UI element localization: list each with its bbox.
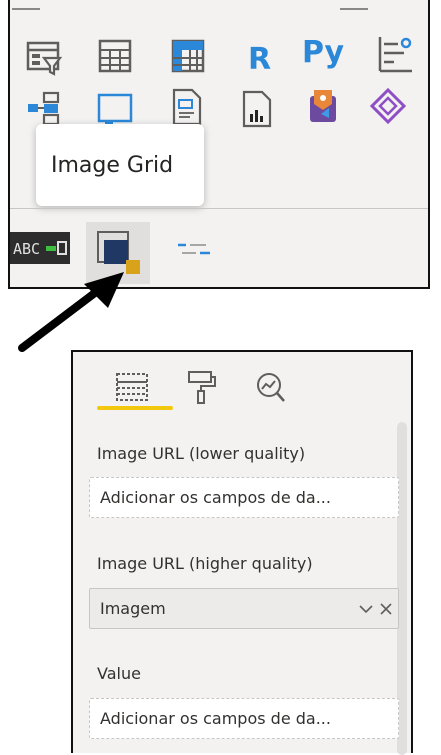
table-icon[interactable]	[95, 36, 135, 76]
image-grid-tooltip: Image Grid	[36, 124, 204, 206]
previous-row-edge	[340, 0, 368, 10]
format-tab-icon[interactable]	[183, 370, 223, 404]
key-influencers-icon[interactable]	[374, 34, 414, 74]
qa-icon[interactable]	[95, 89, 135, 129]
well-label-value: Value	[97, 664, 141, 683]
pointer-arrow	[18, 272, 124, 352]
panel-top-strip	[10, 0, 428, 10]
visualizations-panel: R Py Image Grid ABC	[8, 0, 430, 289]
abc-custom-visual-icon[interactable]: ABC	[10, 232, 70, 264]
well-placeholder: Adicionar os campos de da...	[100, 709, 331, 728]
well-field-name: Imagem	[100, 599, 166, 618]
close-icon[interactable]	[380, 602, 392, 615]
chevron-down-icon[interactable]	[358, 603, 374, 615]
well-label-lower-quality: Image URL (lower quality)	[97, 444, 306, 463]
slicer-icon[interactable]	[24, 38, 64, 78]
power-apps-icon[interactable]	[304, 86, 344, 126]
fields-tab-icon[interactable]	[113, 370, 153, 404]
previous-row-edge	[12, 0, 40, 10]
well-drop-value[interactable]: Adicionar os campos de da...	[89, 698, 399, 739]
well-drop-lower-quality[interactable]: Adicionar os campos de da...	[89, 477, 399, 518]
custom-visuals-divider	[10, 208, 428, 209]
abc-text: ABC	[13, 240, 40, 258]
well-label-higher-quality: Image URL (higher quality)	[97, 554, 313, 573]
fields-pane: Image URL (lower quality) Adicionar os c…	[71, 350, 413, 755]
well-field-higher-quality[interactable]: Imagem	[89, 588, 399, 629]
analytics-tab-icon[interactable]	[251, 370, 291, 404]
well-placeholder: Adicionar os campos de da...	[100, 488, 331, 507]
python-visual-icon[interactable]: Py	[302, 33, 344, 73]
pane-tabs	[73, 352, 411, 410]
decomposition-tree-icon[interactable]	[26, 88, 66, 128]
smart-narrative-icon[interactable]	[236, 88, 276, 128]
power-automate-icon[interactable]	[368, 86, 408, 126]
r-visual-icon[interactable]: R	[248, 40, 271, 80]
dashes-visual-icon[interactable]	[176, 240, 212, 258]
paginated-report-icon[interactable]	[166, 86, 206, 126]
matrix-icon[interactable]	[168, 36, 208, 76]
active-tab-indicator	[97, 406, 173, 410]
